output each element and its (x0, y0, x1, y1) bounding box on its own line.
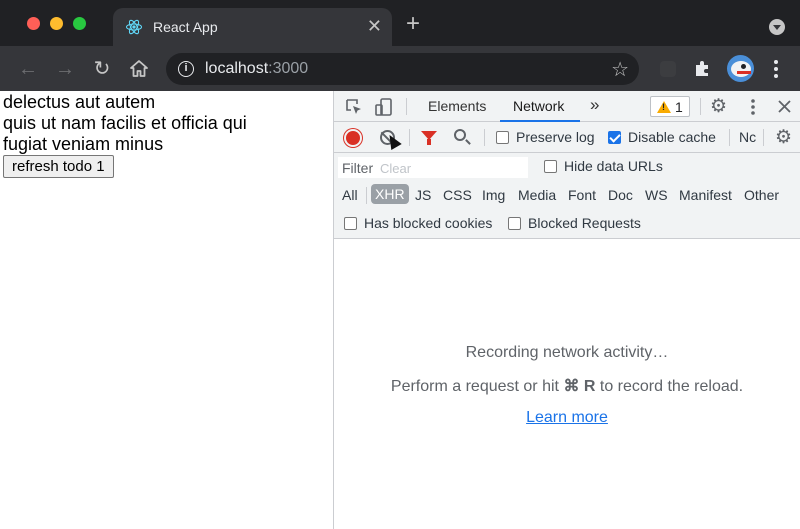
warning-count: 1 (675, 99, 683, 115)
disable-cache-label: Disable cache (628, 129, 716, 145)
search-icon[interactable] (454, 129, 466, 141)
filter-clear: Clear (380, 161, 412, 176)
tab-search-icon[interactable] (769, 19, 785, 35)
preserve-log-checkbox[interactable] (496, 131, 509, 144)
browser-menu-icon[interactable] (773, 59, 779, 79)
extensions-puzzle-icon[interactable] (693, 58, 713, 78)
refresh-todo-button[interactable]: refresh todo 1 (3, 155, 114, 178)
devtools-panel: Elements Network » 1 ⚙ Preserve log Disa… (333, 91, 800, 529)
tab-network[interactable]: Network (513, 98, 564, 114)
reload-shortcut: ⌘ R (563, 378, 596, 395)
back-arrow-icon[interactable]: ← (15, 56, 41, 82)
disable-cache-checkbox[interactable] (608, 131, 621, 144)
hide-data-urls-checkbox[interactable] (544, 160, 557, 173)
type-ws[interactable]: WS (645, 187, 668, 203)
reload-icon[interactable]: ↻ (89, 56, 115, 82)
inspect-element-icon[interactable] (345, 98, 363, 116)
devtools-close-icon[interactable] (778, 100, 791, 113)
close-window-button[interactable] (27, 17, 40, 30)
type-css[interactable]: CSS (443, 187, 472, 203)
type-manifest[interactable]: Manifest (679, 187, 732, 203)
type-xhr[interactable]: XHR (371, 184, 409, 204)
type-other[interactable]: Other (744, 187, 779, 203)
profile-avatar[interactable] (727, 55, 754, 82)
todo-line-1: delectus aut autem (3, 92, 156, 112)
bookmark-star-icon[interactable]: ☆ (611, 57, 629, 82)
new-tab-button[interactable]: + (406, 12, 420, 36)
filter-input[interactable]: Filter (342, 160, 373, 176)
page-viewport: delectus aut autem quis ut nam facilis e… (0, 91, 334, 529)
blocked-requests-checkbox[interactable] (508, 217, 521, 230)
has-blocked-cookies-label: Has blocked cookies (364, 215, 493, 231)
hide-data-urls-label: Hide data URLs (564, 158, 663, 174)
preserve-log-label: Preserve log (516, 129, 595, 145)
devtools-tab-bar: Elements Network » 1 ⚙ (334, 91, 800, 122)
learn-more-wrap: Learn more (334, 409, 800, 427)
minimize-window-button[interactable] (50, 17, 63, 30)
site-info-icon[interactable]: i (178, 61, 194, 77)
filter-funnel-icon[interactable] (421, 131, 437, 145)
blocked-requests-label: Blocked Requests (528, 215, 641, 231)
more-tabs-icon[interactable]: » (590, 95, 599, 115)
browser-tab[interactable]: React App ✕ (113, 8, 392, 46)
throttling-select[interactable]: Nc (739, 129, 756, 145)
extension-icon[interactable] (660, 61, 676, 77)
tab-title: React App (153, 19, 218, 35)
type-font[interactable]: Font (568, 187, 596, 203)
type-media[interactable]: Media (518, 187, 556, 203)
network-settings-gear-icon[interactable]: ⚙ (775, 128, 792, 147)
maximize-window-button[interactable] (73, 17, 86, 30)
network-toolbar: Preserve log Disable cache Nc ⚙ (334, 122, 800, 153)
warnings-badge[interactable]: 1 (650, 96, 690, 117)
url-text[interactable]: localhost:3000 (205, 60, 308, 78)
react-logo-icon (125, 19, 143, 35)
browser-title-bar: React App ✕ + (0, 0, 800, 46)
blocked-filters-row: Has blocked cookies Blocked Requests (334, 209, 800, 239)
devtools-menu-icon[interactable] (750, 98, 756, 116)
filter-field[interactable]: Filter Clear (338, 157, 528, 178)
record-icon[interactable] (346, 131, 360, 145)
type-all[interactable]: All (342, 187, 358, 203)
address-bar[interactable]: i localhost:3000 ☆ (166, 53, 639, 85)
record-hint: Perform a request or hit ⌘ R to record t… (390, 378, 744, 395)
home-icon[interactable] (129, 59, 149, 78)
type-doc[interactable]: Doc (608, 187, 633, 203)
type-js[interactable]: JS (415, 187, 431, 203)
tab-elements[interactable]: Elements (428, 98, 486, 114)
forward-arrow-icon[interactable]: → (52, 56, 78, 82)
filter-row: Filter Clear Hide data URLs (334, 153, 800, 181)
has-blocked-cookies-checkbox[interactable] (344, 217, 357, 230)
recording-message: Recording network activity… (465, 344, 669, 361)
todo-line-3: fugiat veniam minus (3, 134, 164, 154)
learn-more-link[interactable]: Learn more (526, 409, 608, 426)
devtools-settings-gear-icon[interactable]: ⚙ (710, 97, 727, 116)
resource-type-filters: All XHR JS CSS Img Media Font Doc WS Man… (334, 181, 800, 209)
browser-toolbar: ← → ↻ i localhost:3000 ☆ (0, 46, 800, 91)
tab-close-icon[interactable]: ✕ (367, 16, 382, 36)
type-img[interactable]: Img (482, 187, 505, 203)
todo-line-2: quis ut nam facilis et officia qui (3, 113, 247, 133)
warning-icon (657, 101, 671, 113)
device-toolbar-icon[interactable] (374, 97, 394, 117)
